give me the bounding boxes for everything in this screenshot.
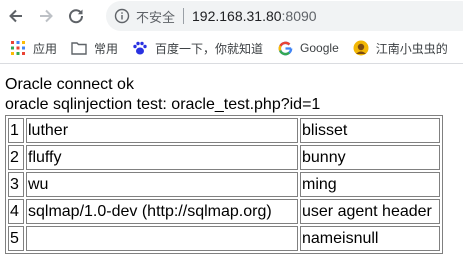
url-text[interactable]: 192.168.31.80:8090 xyxy=(192,8,317,24)
bookmarks-bar: 应用 常用 百度一下，你就知道 Google 江南小虫虫的 xyxy=(0,33,463,64)
folder-icon xyxy=(71,40,87,56)
avatar-icon xyxy=(353,40,369,56)
cell-first-name: luther xyxy=(26,118,298,143)
bookmark-label: 应用 xyxy=(33,41,58,56)
bookmark-baidu[interactable]: 百度一下，你就知道 xyxy=(132,40,263,57)
cell-id: 4 xyxy=(8,199,24,224)
url-port: :8090 xyxy=(281,8,317,24)
cell-id: 1 xyxy=(8,118,24,143)
table-row: 1 luther blisset xyxy=(8,118,440,143)
cell-first-name: fluffy xyxy=(26,145,298,170)
table-row: 2 fluffy bunny xyxy=(8,145,440,170)
info-icon[interactable] xyxy=(114,8,130,24)
reload-icon xyxy=(69,9,84,24)
baidu-paw-icon xyxy=(132,40,148,56)
cell-first-name: wu xyxy=(26,172,298,197)
arrow-right-icon xyxy=(40,9,53,23)
security-status-label[interactable]: 不安全 xyxy=(136,7,175,26)
cell-first-name xyxy=(26,226,298,251)
cell-first-name: sqlmap/1.0-dev (http://sqlmap.org) xyxy=(26,199,298,224)
table-row: 4 sqlmap/1.0-dev (http://sqlmap.org) use… xyxy=(8,199,440,224)
bookmark-label: 百度一下，你就知道 xyxy=(155,41,264,56)
test-description: oracle sqlinjection test: oracle_test.ph… xyxy=(5,96,321,113)
cell-last-name: ming xyxy=(300,172,440,197)
connection-status: Oracle connect ok xyxy=(5,76,134,93)
bookmark-apps[interactable]: 应用 xyxy=(10,40,57,57)
results-table: 1 luther blisset 2 fluffy bunny 3 wu min… xyxy=(5,115,443,254)
table-row: 3 wu ming xyxy=(8,172,440,197)
cell-id: 5 xyxy=(8,226,24,251)
bookmark-folder-common[interactable]: 常用 xyxy=(71,40,118,57)
bookmark-google[interactable]: Google xyxy=(277,40,339,56)
bookmark-jiangnan[interactable]: 江南小虫虫的 xyxy=(353,40,448,57)
cell-last-name: blisset xyxy=(300,118,440,143)
page-content: Oracle connect ok oracle sqlinjection te… xyxy=(5,75,463,254)
cell-last-name: bunny xyxy=(300,145,440,170)
bookmark-label: Google xyxy=(300,41,339,55)
address-bar[interactable]: 不安全 192.168.31.80:8090 xyxy=(106,1,463,31)
url-host: 192.168.31.80 xyxy=(192,8,282,24)
browser-toolbar: 不安全 192.168.31.80:8090 xyxy=(0,0,463,32)
apps-grid-icon xyxy=(10,40,26,56)
bookmark-label: 江南小虫虫的 xyxy=(375,41,448,56)
cell-last-name: nameisnull xyxy=(300,226,440,251)
table-row: 5 nameisnull xyxy=(8,226,440,251)
cell-id: 3 xyxy=(8,172,24,197)
address-separator xyxy=(183,8,185,24)
reload-button[interactable] xyxy=(62,2,90,30)
back-button[interactable] xyxy=(2,2,30,30)
google-g-icon xyxy=(277,40,293,56)
cell-id: 2 xyxy=(8,145,24,170)
bookmark-label: 常用 xyxy=(94,41,119,56)
arrow-left-icon xyxy=(9,9,22,23)
forward-button[interactable] xyxy=(32,2,60,30)
cell-last-name: user agent header xyxy=(300,199,440,224)
